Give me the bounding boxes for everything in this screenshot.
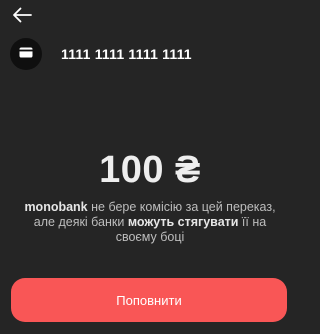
arrow-left-icon — [12, 7, 32, 28]
notice-brand: monobank — [24, 200, 88, 214]
credit-card-icon — [19, 45, 33, 63]
commission-notice: monobank не бере комісію за цей переказ,… — [14, 200, 286, 245]
card-number: 1111 1111 1111 1111 — [61, 46, 192, 62]
top-up-button[interactable]: Поповнити — [11, 278, 287, 322]
back-button[interactable] — [8, 4, 36, 30]
transfer-amount: 100 ₴ — [99, 149, 201, 191]
notice-emphasis: можуть стягувати — [127, 215, 239, 229]
card-avatar — [10, 38, 42, 70]
card-row: 1111 1111 1111 1111 — [10, 38, 290, 70]
